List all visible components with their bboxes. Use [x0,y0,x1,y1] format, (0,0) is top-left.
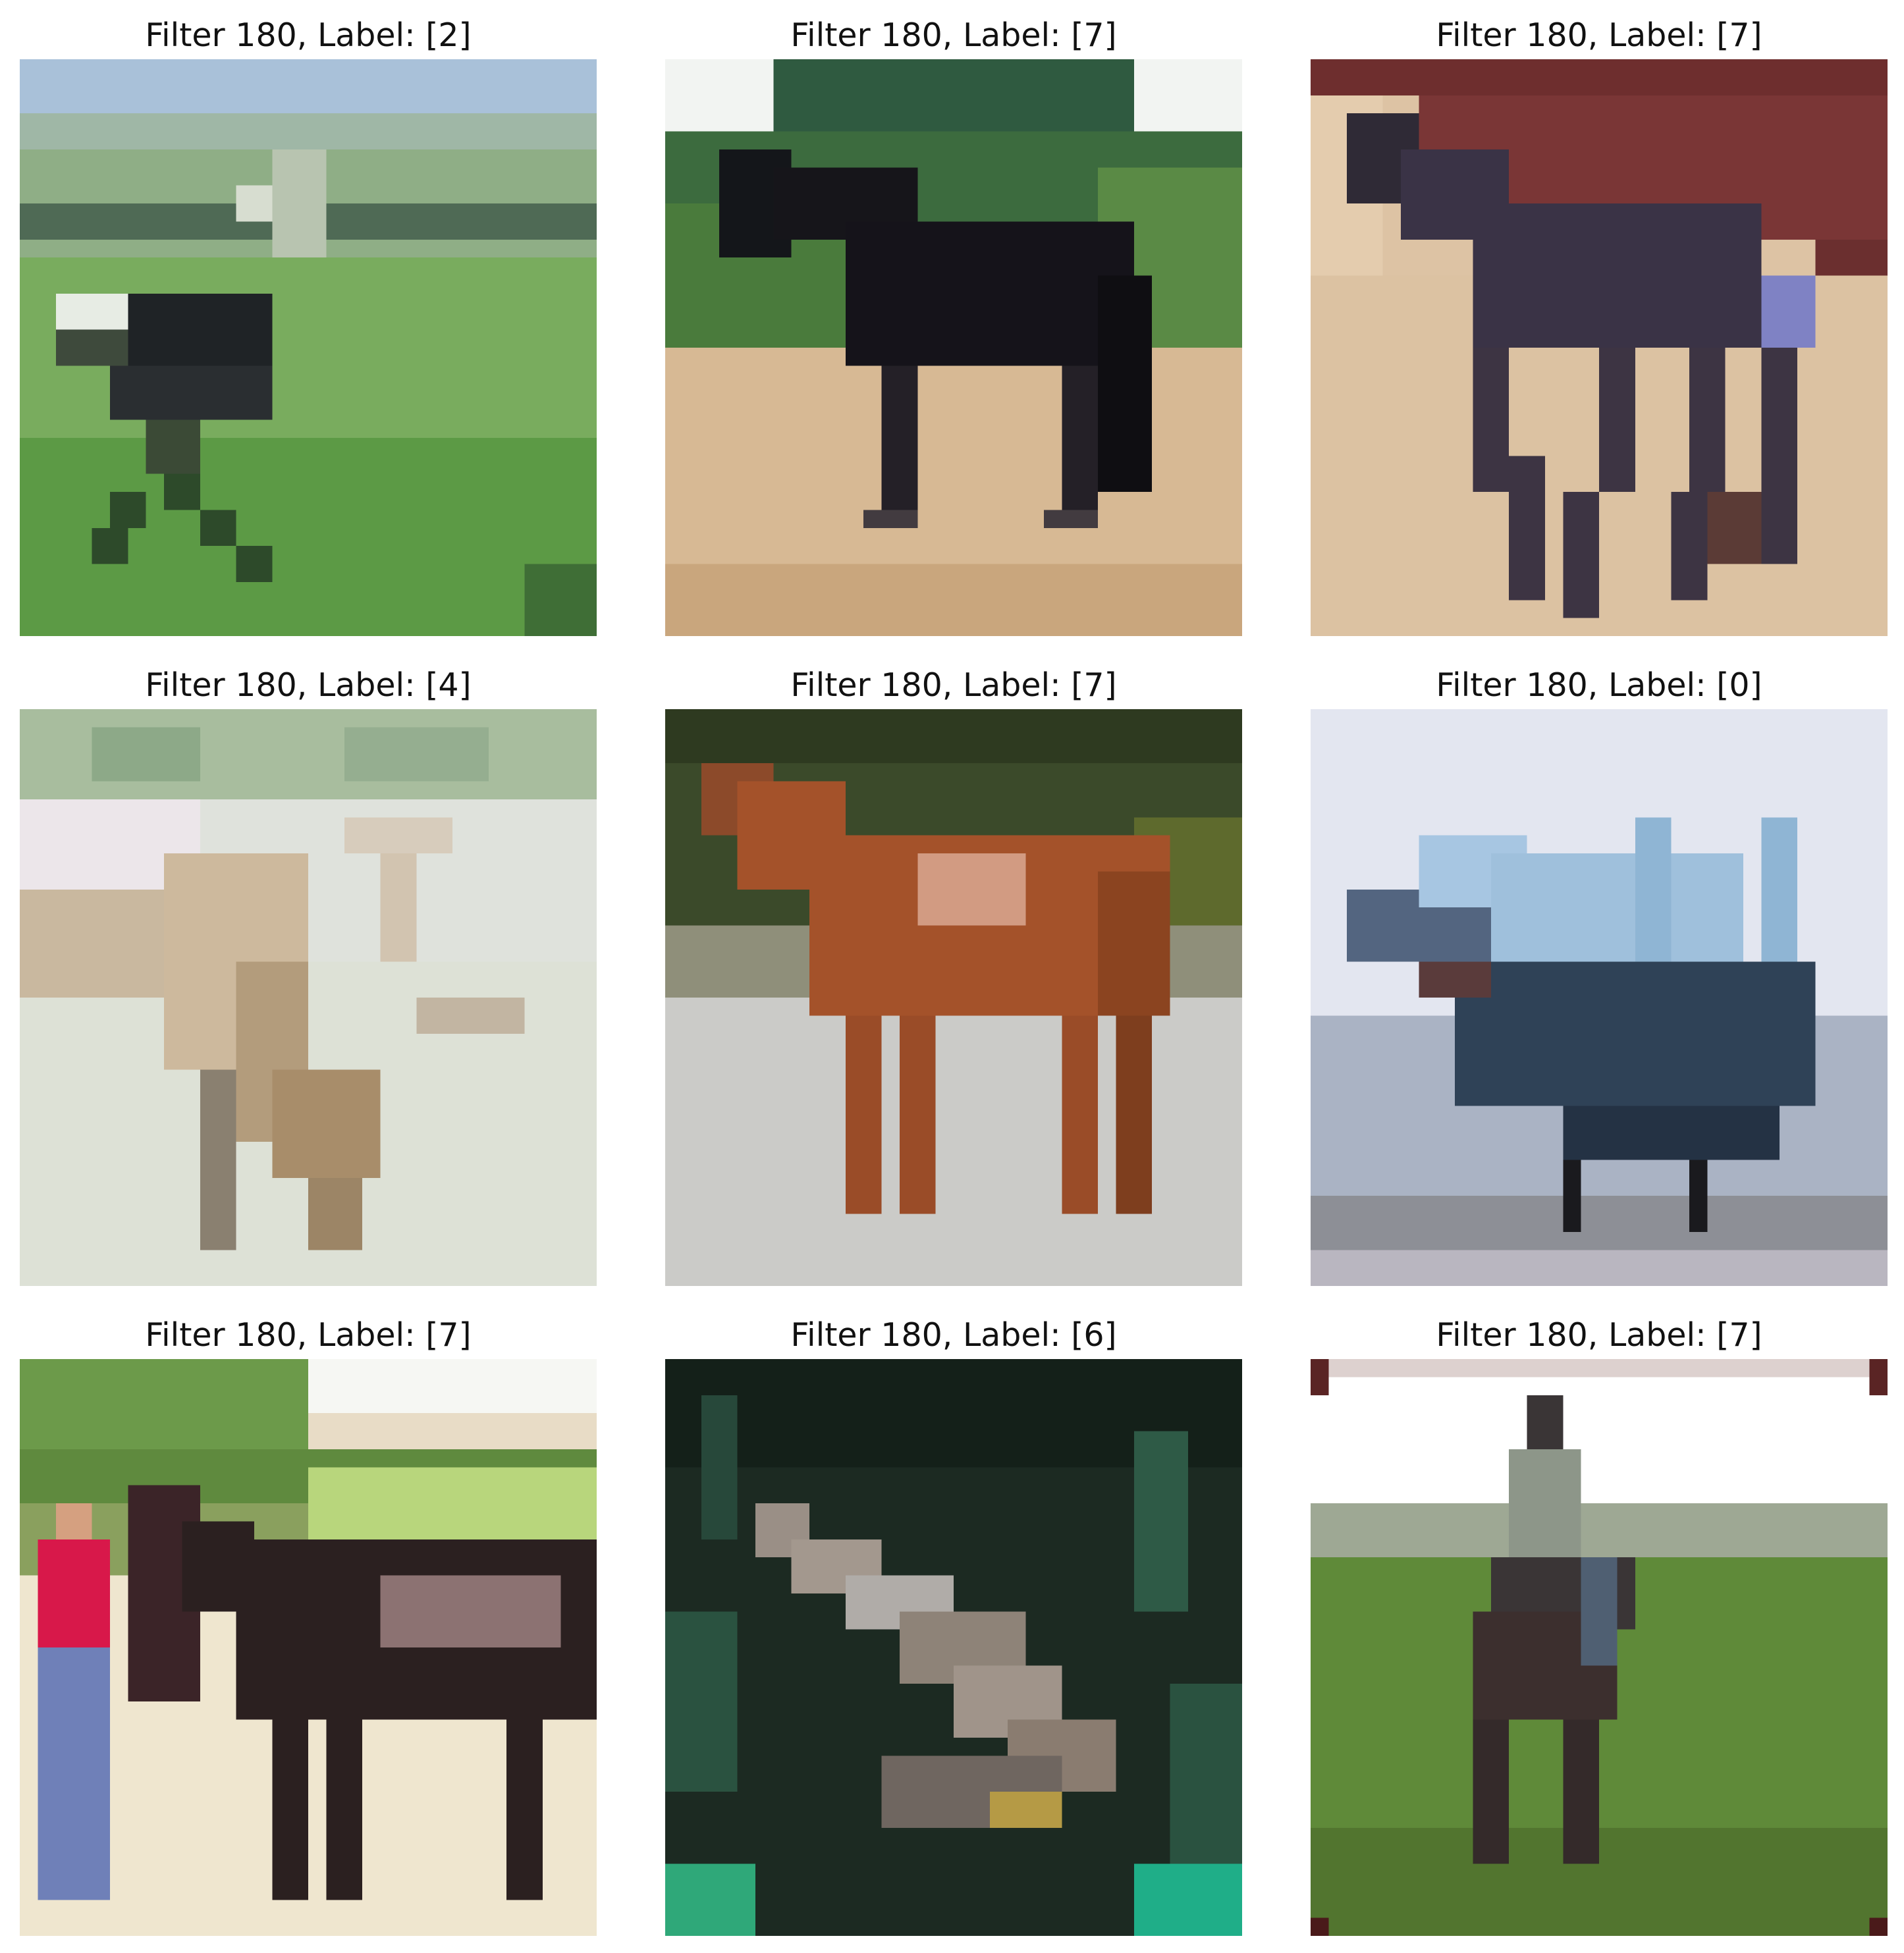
dark-horse-walking-image [1311,59,1888,636]
panel-title: Filter 180, Label: [0] [1436,666,1762,704]
panel-title: Filter 180, Label: [7] [790,666,1117,704]
panel-title: Filter 180, Label: [7] [1436,1316,1762,1354]
horse-and-person-image [20,1359,597,1936]
panel-title: Filter 180, Label: [4] [145,666,472,704]
panel-title: Filter 180, Label: [7] [145,1316,472,1354]
panel-title: Filter 180, Label: [2] [145,16,472,54]
image-grid: Filter 180, Label: [2] Filter 180, Label… [0,0,1904,1953]
panel-title: Filter 180, Label: [6] [790,1316,1117,1354]
rider-on-horse-image [1311,1359,1888,1936]
ostrich-grass-image [20,59,597,636]
black-horse-image [665,59,1242,636]
fighter-jet-image [1311,709,1888,1286]
pale-deer-image [20,709,597,1286]
panel-title: Filter 180, Label: [7] [790,16,1117,54]
frog-foliage-image [665,1359,1242,1936]
panel-title: Filter 180, Label: [7] [1436,16,1762,54]
chestnut-horse-image [665,709,1242,1286]
